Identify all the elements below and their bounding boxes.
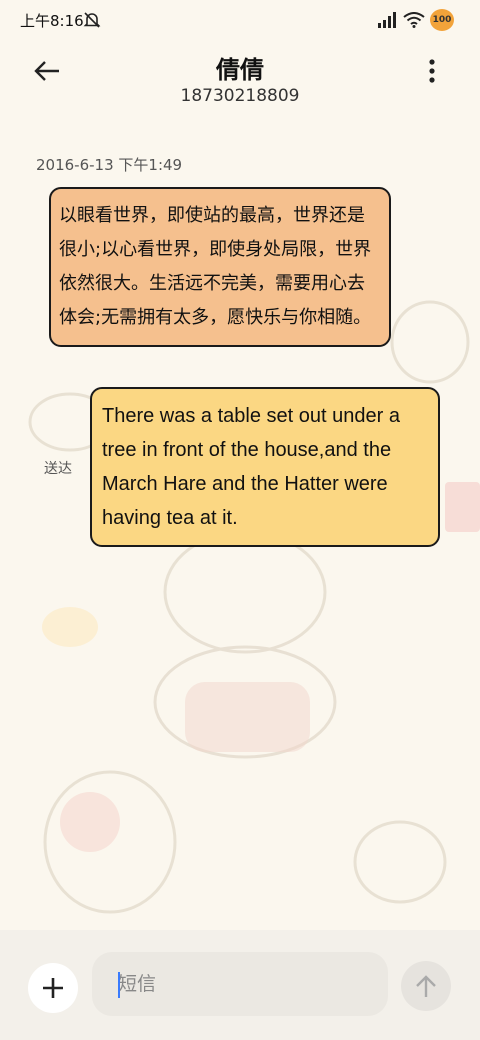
battery-icon: 100 bbox=[430, 9, 454, 31]
message-input[interactable]: 短信 bbox=[92, 952, 388, 1016]
more-vertical-icon[interactable] bbox=[420, 54, 444, 88]
contact-phone: 18730218809 bbox=[180, 86, 300, 106]
status-bar: 上午8:16 100 bbox=[0, 0, 480, 40]
composer-bar: 短信 bbox=[0, 930, 480, 1040]
signal-icon bbox=[378, 12, 398, 32]
message-text: There was a table set out under a tree i… bbox=[102, 405, 400, 529]
status-time: 上午8:16 bbox=[20, 12, 84, 30]
text-caret bbox=[118, 972, 120, 998]
message-bubble-1[interactable]: 以眼看世界，即使站的最高，世界还是很小;以心看世界，即使身处局限，世界依然很大。… bbox=[49, 187, 391, 347]
contact-name: 倩倩 bbox=[216, 56, 264, 84]
message-text: 以眼看世界，即使站的最高，世界还是很小;以心看世界，即使身处局限，世界依然很大。… bbox=[59, 205, 372, 328]
arrow-up-icon[interactable] bbox=[401, 961, 451, 1011]
message-timestamp: 2016-6-13 下午1:49 bbox=[36, 156, 183, 174]
mute-icon bbox=[82, 10, 102, 34]
message-input-placeholder: 短信 bbox=[118, 973, 157, 995]
plus-icon[interactable] bbox=[28, 963, 78, 1013]
conversation-header: 倩倩 18730218809 bbox=[0, 40, 480, 122]
message-bubble-2[interactable]: There was a table set out under a tree i… bbox=[90, 387, 440, 547]
wifi-icon bbox=[403, 12, 425, 32]
delivery-status: 送达 bbox=[44, 461, 72, 477]
